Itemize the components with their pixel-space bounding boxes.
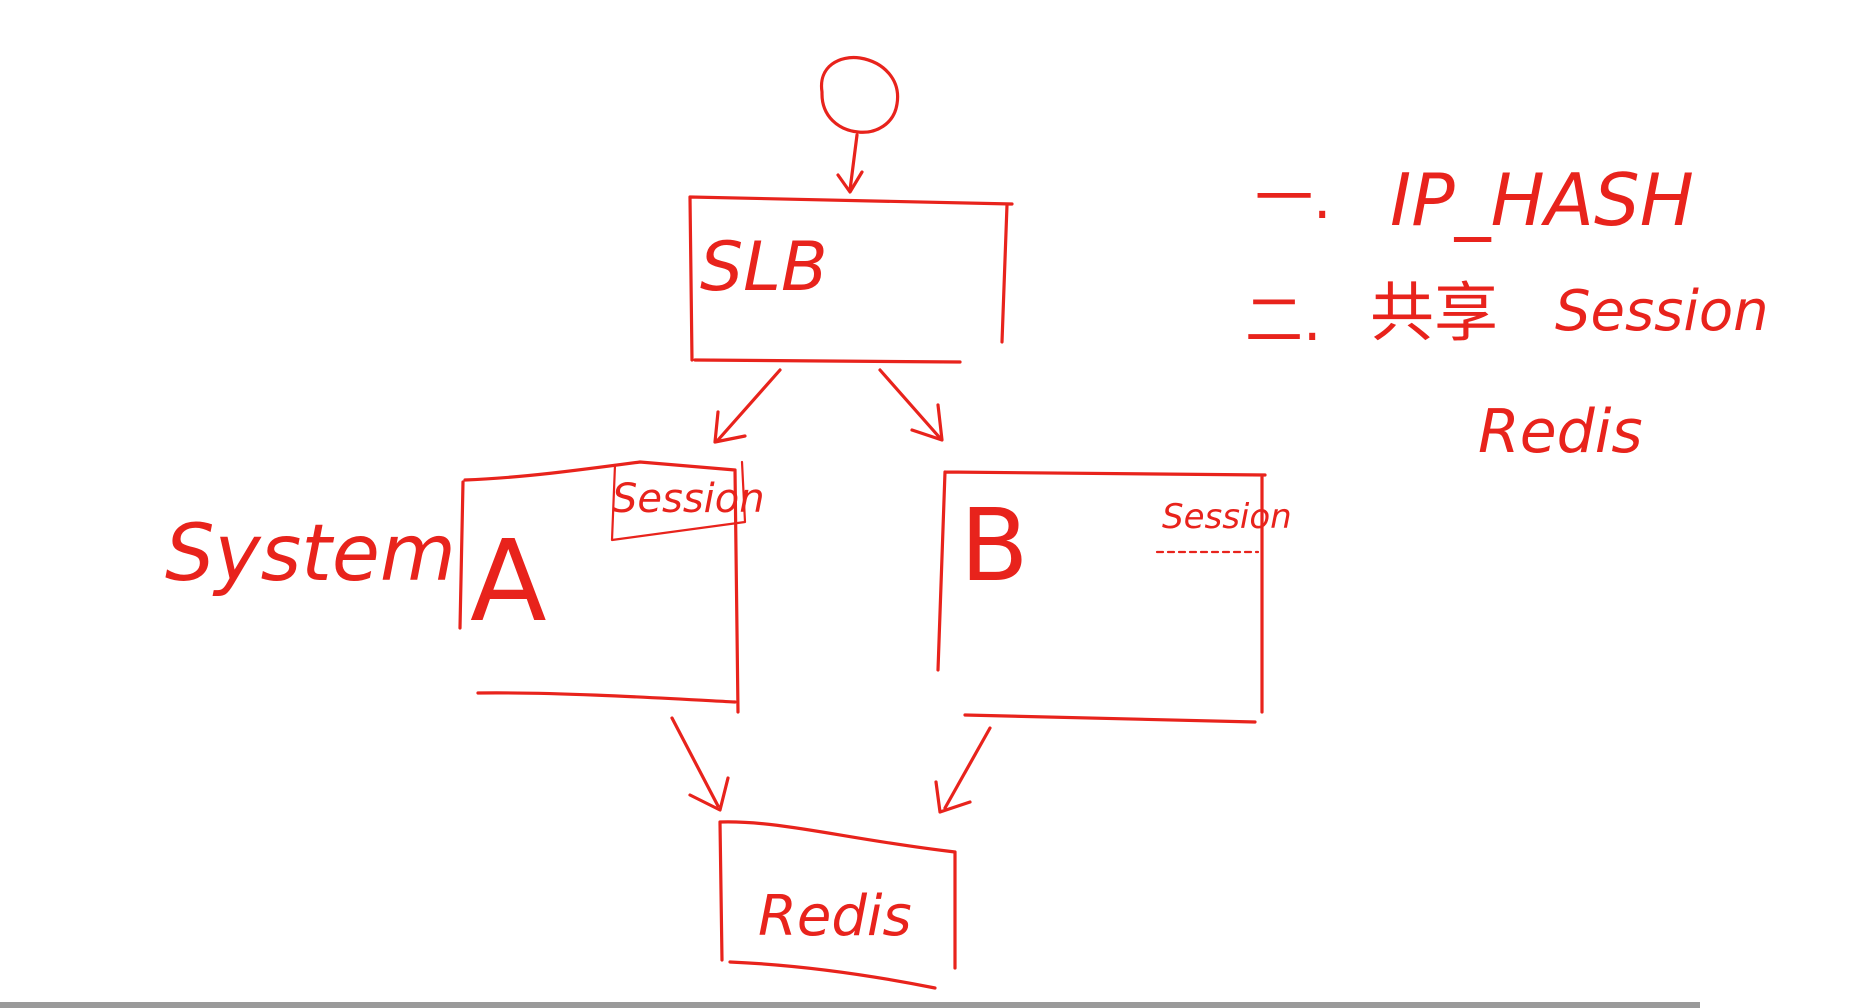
edge-client-to-slb <box>836 133 864 194</box>
edge-slb-to-a <box>713 368 782 444</box>
notes-list: 一. IP_HASH 二. 共享 Session Redis <box>1245 158 1769 467</box>
redis-node: Redis <box>718 820 957 990</box>
edge-b-to-redis <box>934 726 992 814</box>
slb-node: SLB <box>688 195 1014 364</box>
note-2-text-en: Session <box>1555 279 1769 344</box>
client-circle-shape <box>819 55 900 134</box>
server-a-label: A <box>470 517 547 647</box>
system-label: System <box>165 509 456 599</box>
server-b-node: B Session <box>936 470 1292 724</box>
server-b-session-label: Session <box>1162 497 1292 537</box>
note-1-text: IP_HASH <box>1390 158 1694 242</box>
bottom-scrollbar[interactable] <box>0 1002 1700 1008</box>
note-2-marker: 二. <box>1245 286 1321 354</box>
note-1-marker: 一. <box>1255 164 1331 232</box>
note-2-text-cn: 共享 <box>1370 277 1498 351</box>
server-a-session-label: Session <box>612 476 765 522</box>
slb-label: SLB <box>700 228 828 307</box>
server-a-node: A Session <box>458 460 765 714</box>
edge-slb-to-b <box>878 368 944 442</box>
redis-label: Redis <box>758 884 912 949</box>
server-b-label: B <box>960 487 1029 604</box>
whiteboard-canvas: SLB System A Session B Session Redis 一. … <box>0 0 1861 1008</box>
client-node <box>819 55 900 134</box>
edge-a-to-redis <box>670 716 730 812</box>
note-2-sub-redis: Redis <box>1478 397 1643 467</box>
